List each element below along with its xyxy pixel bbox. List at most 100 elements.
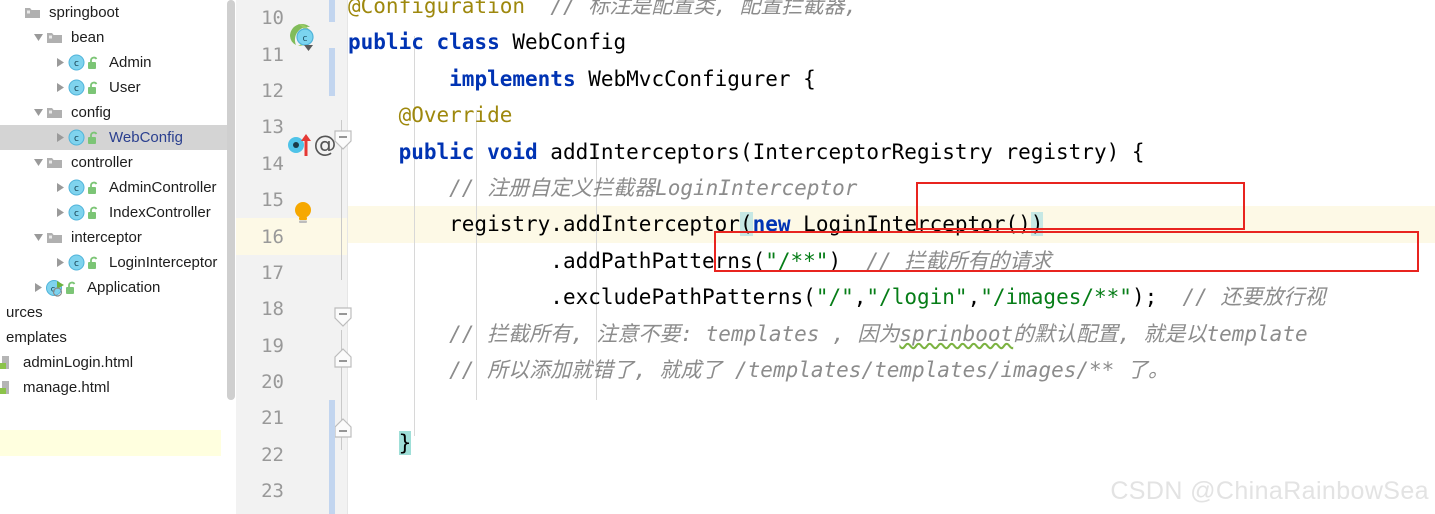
code-line-16[interactable]: registry.addInterceptor(new LoginInterce… bbox=[348, 206, 1044, 242]
chevron-down-icon[interactable] bbox=[30, 107, 46, 118]
code-token: ); bbox=[1131, 285, 1183, 310]
tree-item-logininterceptor[interactable]: c LoginInterceptor bbox=[0, 250, 236, 275]
code-line-19[interactable]: // 拦截所有, 注意不要: templates , 因为sprinboot的默… bbox=[348, 316, 1307, 352]
code-line-17[interactable]: .addPathPatterns("/**") // 拦截所有的请求 bbox=[348, 243, 1051, 279]
code-token: @Override bbox=[398, 103, 513, 128]
public-lock-icon bbox=[87, 56, 103, 70]
folder-icon bbox=[46, 155, 65, 170]
tree-item-adminlogin-html[interactable]: adminLogin.html bbox=[0, 350, 236, 375]
intention-bulb-icon[interactable] bbox=[292, 200, 314, 231]
code-token: implements bbox=[449, 66, 589, 91]
gutter-line-20[interactable]: 20 bbox=[236, 364, 348, 400]
chevron-right-icon[interactable] bbox=[30, 282, 46, 293]
tree-item-label: Admin bbox=[109, 54, 152, 71]
public-lock-icon bbox=[87, 181, 103, 195]
tree-item-manage-html[interactable]: manage.html bbox=[0, 375, 236, 400]
tree-item-controller[interactable]: controller bbox=[0, 150, 236, 175]
code-line-20[interactable]: // 所以添加就错了, 就成了 /templates/templates/ima… bbox=[348, 352, 1169, 388]
line-number: 21 bbox=[261, 407, 284, 430]
public-lock-icon bbox=[65, 281, 81, 295]
class-icon: c bbox=[68, 129, 87, 146]
tree-item-user[interactable]: c User bbox=[0, 75, 236, 100]
code-folding-column[interactable] bbox=[334, 0, 352, 514]
changed-lines-stripe bbox=[329, 0, 335, 22]
chevron-right-icon[interactable] bbox=[52, 57, 68, 68]
public-lock-icon bbox=[87, 256, 103, 270]
tree-scrollbar-thumb[interactable] bbox=[227, 0, 235, 400]
line-number: 16 bbox=[261, 225, 284, 248]
tree-clipped-highlight-band bbox=[0, 430, 221, 456]
tree-item-application[interactable]: c Application bbox=[0, 275, 236, 300]
implementing-method-icon[interactable] bbox=[287, 132, 313, 163]
tree-item-emplates[interactable]: emplates bbox=[0, 325, 236, 350]
code-text-area[interactable]: @Configuration // 标注是配置类, 配置拦截器, public c… bbox=[348, 0, 1435, 514]
folder-icon bbox=[24, 5, 43, 20]
code-line-13[interactable]: @Override bbox=[348, 97, 513, 133]
line-number: 23 bbox=[261, 480, 284, 503]
tree-item-label: LoginInterceptor bbox=[109, 254, 218, 271]
annotation-at-icon[interactable]: @ bbox=[312, 131, 338, 162]
code-line-10[interactable]: @Configuration // 标注是配置类, 配置拦截器, bbox=[348, 0, 857, 24]
project-tree-list[interactable]: springboot bean c Admin c User config c WebConfi… bbox=[0, 0, 236, 400]
tree-item-interceptor[interactable]: interceptor bbox=[0, 225, 236, 250]
code-editor[interactable]: 101112131415161718192021222324 bbox=[236, 0, 1435, 514]
chevron-right-icon[interactable] bbox=[52, 207, 68, 218]
chevron-down-icon[interactable] bbox=[30, 157, 46, 168]
tree-item-admin[interactable]: c Admin bbox=[0, 50, 236, 75]
line-number: 10 bbox=[261, 7, 284, 30]
tree-item-label: Application bbox=[87, 279, 161, 296]
svg-text:c: c bbox=[74, 59, 79, 69]
tree-item-label: WebConfig bbox=[109, 129, 183, 146]
code-line-11[interactable]: public class WebConfig bbox=[348, 24, 626, 60]
code-token: .excludePathPatterns( bbox=[550, 285, 816, 310]
chevron-right-icon[interactable] bbox=[52, 182, 68, 193]
tree-item-springboot[interactable]: springboot bbox=[0, 0, 236, 25]
line-number: 14 bbox=[261, 152, 284, 175]
svg-text:c: c bbox=[74, 184, 79, 194]
spring-bean-gutter-icon[interactable]: c bbox=[284, 18, 320, 57]
tree-item-webconfig[interactable]: c WebConfig bbox=[0, 125, 236, 150]
code-line-12[interactable]: implements WebMvcConfigurer { bbox=[348, 61, 816, 97]
code-token: "/images/**" bbox=[980, 285, 1132, 310]
tree-item-bean[interactable]: bean bbox=[0, 25, 236, 50]
html-file-icon bbox=[0, 355, 17, 371]
tree-item-label: springboot bbox=[49, 4, 120, 21]
code-token: // 注册自定义拦截器LoginInterceptor bbox=[449, 176, 858, 200]
chevron-down-icon[interactable] bbox=[30, 32, 46, 43]
svg-text:c: c bbox=[74, 259, 79, 269]
chevron-right-icon[interactable] bbox=[52, 257, 68, 268]
code-line-15[interactable]: // 注册自定义拦截器LoginInterceptor bbox=[348, 170, 857, 206]
svg-text:c: c bbox=[74, 84, 79, 94]
class-icon: c bbox=[68, 54, 87, 71]
code-token: .addPathPatterns( bbox=[550, 248, 766, 273]
tree-item-label: AdminController bbox=[109, 179, 217, 196]
tree-item-config[interactable]: config bbox=[0, 100, 236, 125]
public-lock-icon bbox=[87, 206, 103, 220]
tree-scrollbar-track[interactable] bbox=[227, 0, 236, 514]
code-line-22[interactable]: } bbox=[348, 425, 412, 461]
code-line-14[interactable]: public void addInterceptors(InterceptorR… bbox=[348, 134, 1145, 170]
svg-text:c: c bbox=[303, 34, 308, 44]
chevron-down-icon[interactable] bbox=[30, 232, 46, 243]
chevron-right-icon[interactable] bbox=[52, 82, 68, 93]
tree-item-urces[interactable]: urces bbox=[0, 300, 236, 325]
code-token: WebConfig bbox=[512, 30, 627, 55]
line-number: 13 bbox=[261, 116, 284, 139]
project-tree-panel[interactable]: springboot bean c Admin c User config c WebConfi… bbox=[0, 0, 236, 514]
line-number: 17 bbox=[261, 261, 284, 284]
line-number: 20 bbox=[261, 371, 284, 394]
code-token: ( bbox=[739, 212, 753, 237]
class-icon: c bbox=[68, 79, 87, 96]
tree-item-label: controller bbox=[71, 154, 133, 171]
tree-item-admincontroller[interactable]: c AdminController bbox=[0, 175, 236, 200]
code-line-18[interactable]: .excludePathPatterns("/","/login","/imag… bbox=[348, 279, 1325, 315]
chevron-right-icon[interactable] bbox=[52, 132, 68, 143]
public-lock-icon bbox=[87, 131, 103, 145]
tree-item-indexcontroller[interactable]: c IndexController bbox=[0, 200, 236, 225]
gutter-line-17[interactable]: 17 bbox=[236, 255, 348, 291]
